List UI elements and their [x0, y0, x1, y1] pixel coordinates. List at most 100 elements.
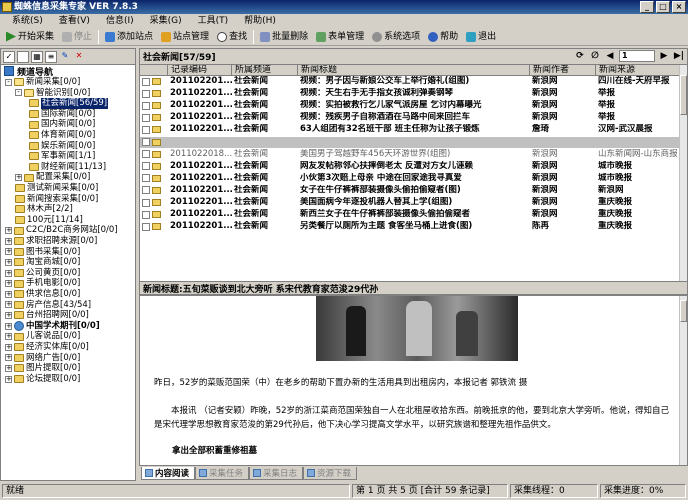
row-checkbox-cell[interactable]	[140, 161, 168, 172]
tree-item[interactable]: + 儿客说品[0/0]	[5, 331, 80, 342]
row-checkbox-cell[interactable]	[140, 221, 168, 232]
table-row[interactable]: 201102201... 社会新闻 网友发帖称邻心扶摔倒老太 反遭对方女儿诬赖 新浪网…	[140, 161, 680, 172]
col-channel[interactable]: 所属频道	[232, 65, 298, 76]
check-icon[interactable]: ✓	[3, 50, 15, 63]
row-checkbox[interactable]	[142, 162, 150, 171]
expand-icon[interactable]: +	[5, 227, 12, 235]
page-select[interactable]: 1	[619, 50, 655, 62]
expand-icon[interactable]: +	[5, 269, 12, 277]
col-title[interactable]: 新闻标题	[298, 65, 530, 76]
expand-icon[interactable]: +	[5, 237, 12, 245]
tree-item[interactable]: 100元[11/14]	[15, 215, 83, 226]
collapse-icon[interactable]: -	[5, 78, 12, 86]
table-row[interactable]: 201102201... 社会新闻 另类餐厅以厕所为主题 食客坐马桶上进食(图) 陈再…	[140, 221, 680, 232]
menu-collect[interactable]: 采集(G)	[142, 14, 190, 28]
tree-item[interactable]: + 论坛提取[0/0]	[5, 374, 80, 385]
find-button[interactable]: 查找	[213, 29, 251, 45]
tree-item[interactable]: + 公司黄页[0/0]	[5, 268, 80, 279]
table-row[interactable]: 201102201... 社会新闻 女子在牛仔裤裤部装摄像头偷拍偷窥者(图) 新浪网 新…	[140, 185, 680, 196]
row-checkbox[interactable]	[142, 174, 150, 183]
col-check[interactable]	[140, 65, 168, 76]
menu-help[interactable]: 帮助(H)	[236, 14, 284, 28]
list-icon[interactable]: ≡	[45, 50, 57, 63]
row-checkbox-cell[interactable]	[140, 209, 168, 220]
expand-icon[interactable]: +	[5, 354, 12, 362]
table-row[interactable]	[140, 136, 680, 148]
tree-item[interactable]: + 图片提取[0/0]	[5, 363, 80, 374]
menu-info[interactable]: 信息(I)	[98, 14, 142, 28]
attach-icon[interactable]: ∅	[589, 50, 601, 62]
tree-item[interactable]: 林木声[2/2]	[15, 204, 73, 215]
col-record-id[interactable]: 记录编码	[168, 65, 232, 76]
refresh-icon[interactable]: ⟳	[574, 50, 586, 62]
tree-item[interactable]: 娱乐新闻[0/0]	[29, 141, 95, 152]
table-row[interactable]: 2011022018... 社会新闻 美国男子驾越野车456天环游世界(组图) 新浪网…	[140, 149, 680, 160]
expand-icon[interactable]: +	[5, 333, 12, 341]
row-checkbox[interactable]	[142, 186, 150, 195]
close-window-button[interactable]: ×	[672, 1, 686, 13]
system-options-button[interactable]: 系统选项	[368, 29, 424, 45]
expand-icon[interactable]: +	[5, 280, 12, 288]
tab-collect-log[interactable]: 采集日志	[249, 467, 304, 480]
exit-button[interactable]: 退出	[462, 29, 500, 45]
tree-item[interactable]: - 智能识别[0/0]	[15, 88, 90, 99]
tab-collect-task[interactable]: 采集任务	[195, 467, 250, 480]
row-checkbox[interactable]	[142, 89, 150, 98]
menu-view[interactable]: 查看(V)	[51, 14, 98, 28]
reader-scrollbar[interactable]	[679, 296, 687, 465]
tree-item[interactable]: 财经新闻[11/13]	[29, 162, 106, 173]
table-row[interactable]: 201102201... 社会新闻 新西兰女子在牛仔裤裤部装摄像头偷拍偷窥者 新浪网 重…	[140, 209, 680, 220]
row-checkbox[interactable]	[142, 77, 150, 86]
expand-icon[interactable]: +	[5, 364, 12, 372]
expand-icon[interactable]: +	[5, 301, 12, 309]
tree-item[interactable]: + C2C/B2C商务网站[0/0]	[5, 225, 118, 236]
start-collect-button[interactable]: 开始采集	[2, 29, 58, 45]
menu-tools[interactable]: 工具(T)	[190, 14, 237, 28]
site-manage-button[interactable]: 站点管理	[157, 29, 213, 45]
tree-item[interactable]: + 配置采集[0/0]	[15, 172, 90, 183]
tree-item[interactable]: + 经济实体库[0/0]	[5, 342, 89, 353]
table-row[interactable]: 201102201... 社会新闻 视频：男子因与新娘公交车上举行婚礼(组图) 新浪网…	[140, 76, 680, 87]
form-manage-button[interactable]: 表单管理	[312, 29, 368, 45]
expand-icon[interactable]: +	[5, 248, 12, 256]
tree-item[interactable]: 国际新闻[0/0]	[29, 109, 95, 120]
tree-item[interactable]: + 网络广告[0/0]	[5, 353, 80, 364]
tree-item[interactable]: + 淘宝商城[0/0]	[5, 257, 80, 268]
table-row[interactable]: 201102201... 社会新闻 63人组团有32名班干部 班主任称为让孩子锻炼 詹…	[140, 124, 680, 135]
tree-item[interactable]: + 房产信息[43/54]	[5, 300, 91, 311]
tree-item[interactable]: 国内新闻[0/0]	[29, 119, 95, 130]
table-row[interactable]: 201102201... 社会新闻 小伙第3次赔上母亲 中途在回家途我寻真爱 新浪网 城…	[140, 173, 680, 184]
row-checkbox-cell[interactable]	[140, 100, 168, 111]
uncheck-icon[interactable]	[17, 50, 29, 63]
add-site-button[interactable]: 添加站点	[101, 29, 157, 45]
delete-icon[interactable]: ✕	[73, 51, 85, 63]
col-author[interactable]: 新闻作者	[530, 65, 596, 76]
row-checkbox-cell[interactable]	[140, 88, 168, 99]
tree-item[interactable]: 测试新闻采集[0/0]	[15, 183, 98, 194]
row-checkbox[interactable]	[142, 125, 150, 134]
collapse-icon[interactable]: -	[15, 89, 22, 97]
table-row[interactable]: 201102201... 社会新闻 美国面病今年逐投机器人替其上学(组图) 新浪网 重庆…	[140, 197, 680, 208]
tree-item[interactable]: - 新闻采集[0/0]	[5, 77, 80, 88]
row-checkbox-cell[interactable]	[140, 149, 168, 160]
row-checkbox-cell[interactable]	[140, 112, 168, 123]
next-page-icon[interactable]: ▶	[658, 50, 670, 62]
expand-icon[interactable]: +	[5, 311, 12, 319]
tab-resource-download[interactable]: 资源下载	[303, 467, 358, 480]
stop-button[interactable]: 停止	[58, 29, 96, 45]
row-checkbox-cell[interactable]	[140, 76, 168, 87]
row-checkbox[interactable]	[142, 101, 150, 110]
col-source[interactable]: 新闻来源	[596, 65, 680, 76]
row-checkbox[interactable]	[142, 138, 150, 146]
tab-content-reading[interactable]: 内容阅读	[141, 467, 196, 480]
row-checkbox-cell[interactable]	[140, 137, 168, 148]
table-row[interactable]: 201102201... 社会新闻 视频：实拍被救行乞儿家气派房屋 乞讨内幕曝光 新浪…	[140, 100, 680, 111]
row-checkbox-cell[interactable]	[140, 124, 168, 135]
tree-item[interactable]: + 供求信息[0/0]	[5, 289, 80, 300]
row-checkbox[interactable]	[142, 198, 150, 207]
row-checkbox-cell[interactable]	[140, 173, 168, 184]
expand-icon[interactable]: +	[15, 174, 22, 182]
tree-item[interactable]: + 求职招聘来源[0/0]	[5, 236, 97, 247]
table-row[interactable]: 201102201... 社会新闻 视频：残疾男子自称酒酒在马路中间来回拦车 新浪网 举…	[140, 112, 680, 123]
tree-item[interactable]: 新闻搜索采集[0/0]	[15, 194, 98, 205]
